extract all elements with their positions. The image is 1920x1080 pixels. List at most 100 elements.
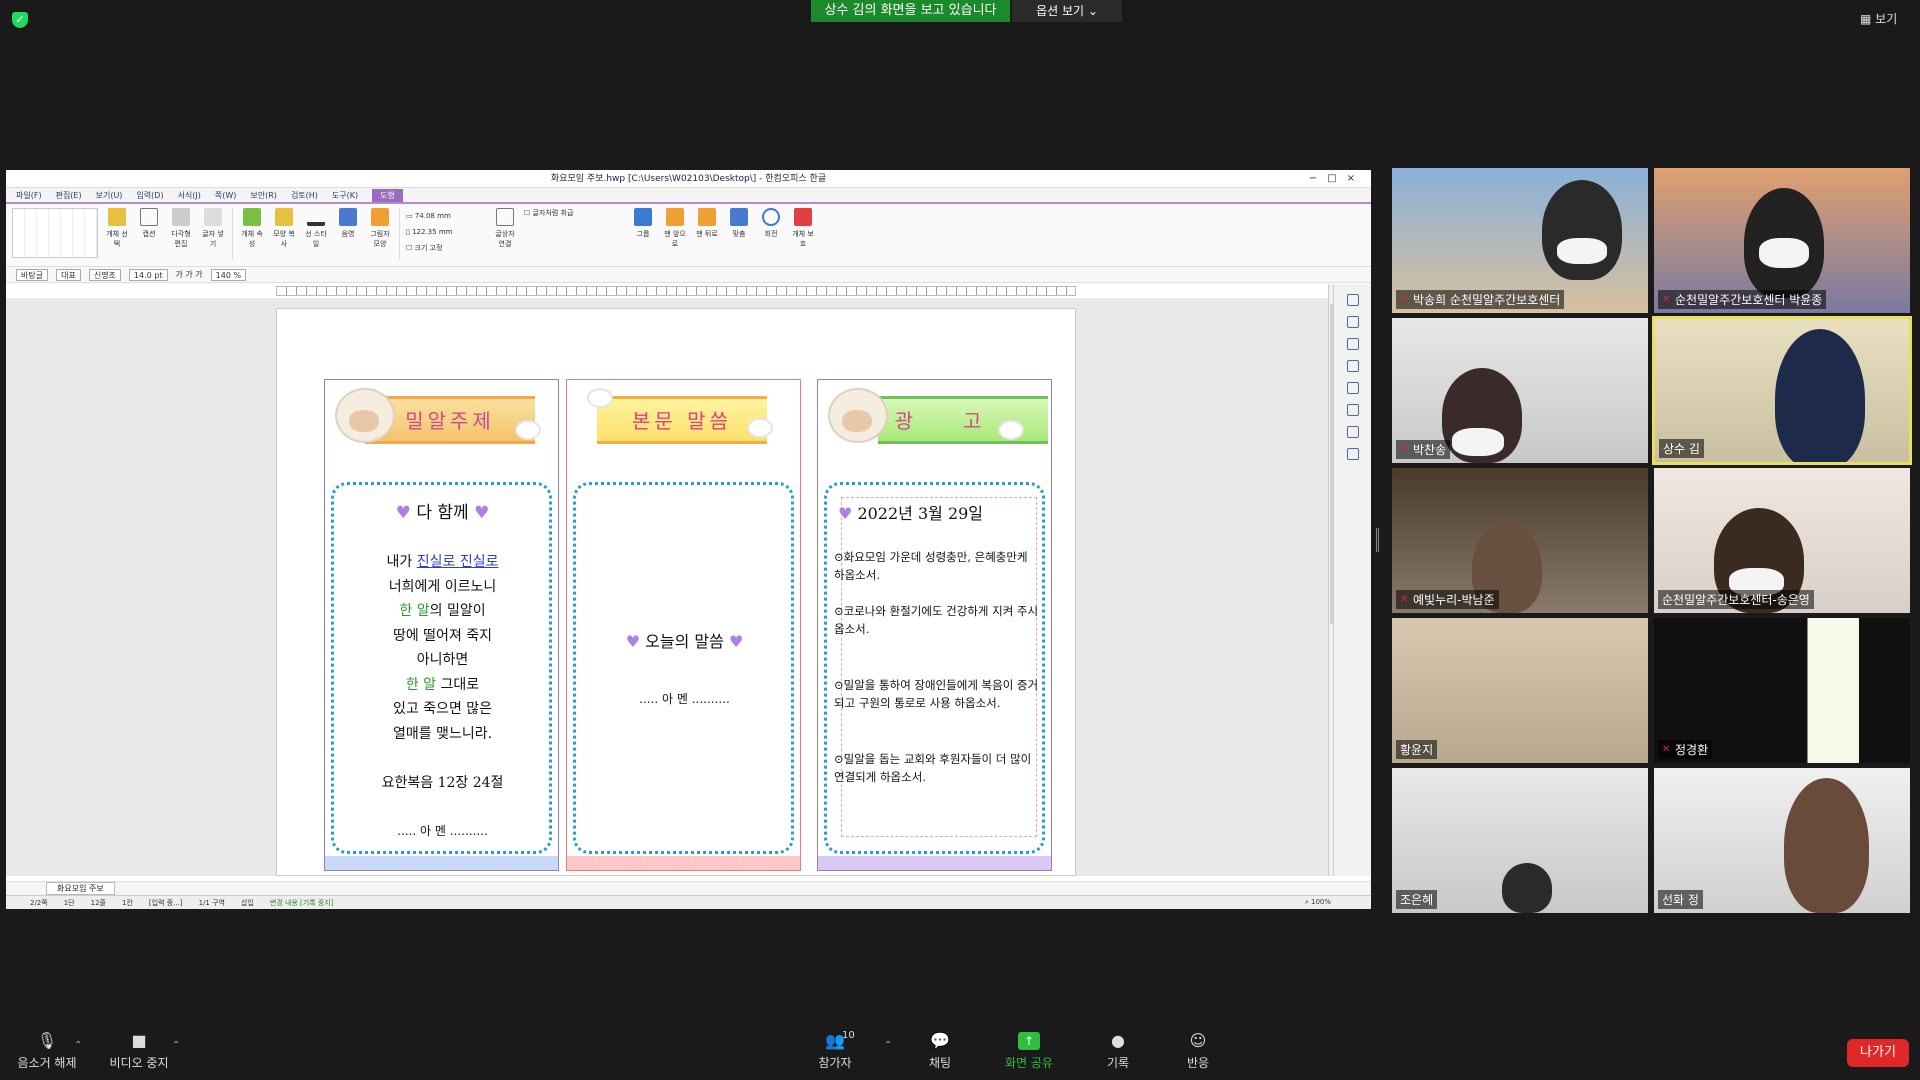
line-style-tool[interactable]: 선 스타일 bbox=[303, 208, 329, 260]
chat-button[interactable]: 💬 채팅 bbox=[895, 1032, 985, 1071]
group-tool[interactable]: 그룹 bbox=[630, 208, 656, 260]
font-size-select[interactable]: 14.0 pt bbox=[128, 268, 168, 281]
participant-tile[interactable]: ✕ 정경환 bbox=[1654, 618, 1910, 763]
rotate-tool[interactable]: 회전 bbox=[758, 208, 784, 260]
participant-tile[interactable]: ✕ 예빛누리-박남준 bbox=[1392, 468, 1648, 613]
participants-options-caret[interactable]: ⌃ bbox=[884, 1040, 892, 1051]
document-tab[interactable]: 화요모임 주보 bbox=[46, 882, 115, 895]
text-wrap-option[interactable]: ☐ 글자처럼 취급 bbox=[524, 208, 624, 218]
stop-video-button[interactable]: ■ 비디오 중지 bbox=[94, 1032, 184, 1071]
participants-button[interactable]: 👥 10 참가자 bbox=[790, 1030, 880, 1071]
security-shield-icon[interactable]: ✓ bbox=[12, 12, 28, 28]
scripture-highlight: 진실로 진실로 bbox=[416, 554, 499, 570]
line-spacing-select[interactable]: 140 % bbox=[210, 268, 247, 281]
sheep-decoration bbox=[335, 388, 395, 443]
column-main-scripture[interactable]: 본문 말씀 ♥ 오늘의 말씀 ♥ ..... 아 멘 .......... bbox=[566, 379, 801, 871]
participant-tile[interactable]: 조은혜 bbox=[1392, 768, 1648, 913]
scripture-segment: 내가 bbox=[386, 554, 417, 570]
column-footer-bar bbox=[818, 856, 1051, 870]
tool-label: 다각형 편집 bbox=[171, 230, 191, 248]
status-insert[interactable]: 삽입 bbox=[241, 898, 254, 908]
participant-name: 상수 김 bbox=[1659, 439, 1704, 458]
lock-size-checkbox[interactable]: ☐ 크기 고정 bbox=[406, 240, 486, 256]
heart-icon: ♥ bbox=[838, 504, 853, 523]
shape-gallery[interactable] bbox=[12, 208, 98, 258]
object-properties-tool[interactable]: 개체 속성 bbox=[239, 208, 265, 260]
align-tool[interactable]: 맞춤 bbox=[726, 208, 752, 260]
panel-resize-handle[interactable] bbox=[1376, 528, 1379, 552]
menu-shape[interactable]: 도형 bbox=[372, 188, 403, 202]
panel-icon[interactable] bbox=[1346, 316, 1359, 328]
horizontal-ruler[interactable] bbox=[276, 286, 1076, 296]
muted-mic-icon: ✕ bbox=[1400, 443, 1409, 455]
protect-object-tool[interactable]: 개체 보호 bbox=[790, 208, 816, 260]
menu-format[interactable]: 서식(J) bbox=[178, 190, 201, 201]
view-options-button[interactable]: 옵션 보기 ⌄ bbox=[1012, 0, 1122, 22]
panel-icon[interactable] bbox=[1346, 294, 1359, 306]
text-icon bbox=[204, 208, 222, 226]
panel-icon[interactable] bbox=[1346, 404, 1359, 416]
panel-icon[interactable] bbox=[1346, 448, 1359, 460]
panel-icon[interactable] bbox=[1346, 382, 1359, 394]
tool-label: 선 스타일 bbox=[305, 230, 327, 248]
shading-icon bbox=[339, 208, 357, 226]
textbox-link-tool[interactable]: 글상자 연결 bbox=[492, 208, 518, 260]
panel-icon[interactable] bbox=[1346, 426, 1359, 438]
font-select[interactable]: 신명조 bbox=[88, 268, 121, 281]
column-milal-theme[interactable]: 밀알주제 ♥ 다 함께 ♥ 내가 진실로 진실로 너희에게 이르노니 한 알의 … bbox=[324, 379, 559, 871]
menu-file[interactable]: 파일(F) bbox=[16, 190, 42, 201]
menu-view[interactable]: 보기(U) bbox=[96, 190, 123, 201]
language-select[interactable]: 대표 bbox=[56, 268, 81, 281]
menu-insert[interactable]: 입력(D) bbox=[136, 190, 163, 201]
panel-icon[interactable] bbox=[1346, 360, 1359, 372]
participant-tile[interactable]: 선화 정 bbox=[1654, 768, 1910, 913]
record-button[interactable]: ● 기록 bbox=[1073, 1032, 1163, 1071]
panel-icon[interactable] bbox=[1346, 338, 1359, 350]
reactions-button[interactable]: ☺ 반응 bbox=[1153, 1032, 1243, 1071]
tool-label: 음영 bbox=[341, 230, 355, 238]
video-options-caret[interactable]: ⌃ bbox=[172, 1040, 180, 1051]
insert-text-tool[interactable]: 글자 넣기 bbox=[200, 208, 226, 260]
shadow-tool[interactable]: 그림자 모양 bbox=[367, 208, 393, 260]
menu-review[interactable]: 검토(H) bbox=[291, 190, 318, 201]
participant-count: 10 bbox=[842, 1030, 855, 1041]
document-page[interactable]: 밀알주제 ♥ 다 함께 ♥ 내가 진실로 진실로 너희에게 이르노니 한 알의 … bbox=[276, 308, 1076, 876]
bold-italic-buttons[interactable]: 가 가 가 bbox=[176, 269, 203, 280]
menu-security[interactable]: 보안(R) bbox=[250, 190, 277, 201]
zoom-level[interactable]: ⌕ 100% bbox=[1305, 898, 1331, 907]
style-select[interactable]: 바탕글 bbox=[16, 268, 49, 281]
copy-format-tool[interactable]: 모양 복사 bbox=[271, 208, 297, 260]
participant-video bbox=[1784, 778, 1869, 913]
menu-edit[interactable]: 편집(E) bbox=[56, 190, 82, 201]
menu-tools[interactable]: 도구(K) bbox=[332, 190, 358, 201]
polygon-edit-tool[interactable]: 다각형 편집 bbox=[168, 208, 194, 260]
window-controls[interactable]: −□× bbox=[1309, 170, 1365, 188]
shading-tool[interactable]: 음영 bbox=[335, 208, 361, 260]
participant-label: 순천밀알주간보호센터-송은영 bbox=[1662, 593, 1810, 607]
participant-tile-active-speaker[interactable]: 상수 김 bbox=[1652, 316, 1912, 465]
caption-tool[interactable]: 캡션 bbox=[136, 208, 162, 260]
audio-options-caret[interactable]: ⌃ bbox=[74, 1040, 82, 1051]
status-track-changes[interactable]: 변경 내용 [기록 중지] bbox=[270, 898, 334, 908]
gallery-view-button[interactable]: ▦ 보기 bbox=[1860, 10, 1897, 27]
participant-tile[interactable]: ✕ 박송희 순천밀알주간보호센터 bbox=[1392, 168, 1648, 313]
menu-page[interactable]: 쪽(W) bbox=[215, 190, 237, 201]
lock-size-label: 크기 고정 bbox=[414, 244, 443, 252]
column-title: 광고 bbox=[878, 396, 1048, 444]
column-announcements[interactable]: 광고 ♥ 2022년 3월 29일 ⊙화요모임 가운데 성령충만, 은혜충만케 … bbox=[817, 379, 1052, 871]
participant-tile[interactable]: ✕ 박찬송 bbox=[1392, 318, 1648, 463]
height-field[interactable]: ▯ 122.35 mm bbox=[406, 224, 486, 240]
tool-label: 맞춤 bbox=[732, 230, 746, 238]
participant-tile[interactable]: 황윤지 bbox=[1392, 618, 1648, 763]
participant-label: 예빛누리-박남준 bbox=[1413, 593, 1495, 607]
participant-tile[interactable]: ✕ 순천밀알주간보호센터 박윤종 bbox=[1654, 168, 1910, 313]
participant-tile[interactable]: 순천밀알주간보호센터-송은영 bbox=[1654, 468, 1910, 613]
select-object-tool[interactable]: 개체 선택 bbox=[104, 208, 130, 260]
unmute-button[interactable]: 🎙 음소거 해제 bbox=[2, 1032, 92, 1071]
send-back-tool[interactable]: 맨 뒤로 bbox=[694, 208, 720, 260]
hwp-side-panel bbox=[1333, 284, 1371, 876]
share-screen-button[interactable]: ↑ 화면 공유 bbox=[984, 1032, 1074, 1071]
width-field[interactable]: ▭ 74.08 mm bbox=[406, 208, 486, 224]
bring-front-tool[interactable]: 맨 앞으로 bbox=[662, 208, 688, 260]
leave-meeting-button[interactable]: 나가기 bbox=[1847, 1039, 1909, 1067]
